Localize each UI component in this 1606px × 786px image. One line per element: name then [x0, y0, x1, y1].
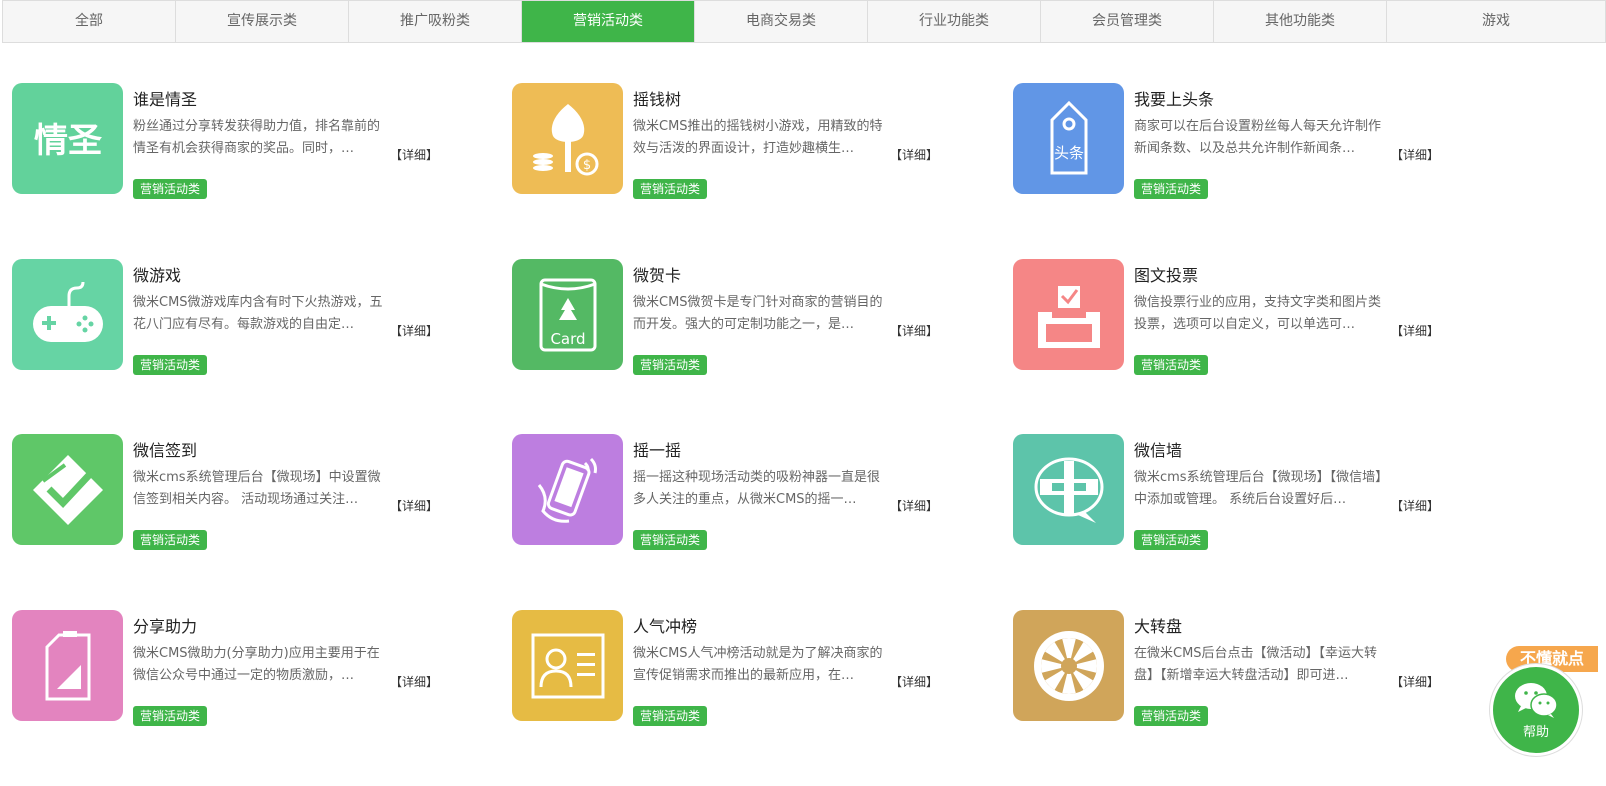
category-tag: 营销活动类 [633, 179, 708, 199]
app-card[interactable]: 摇一摇摇一摇这种现场活动类的吸粉神器一直是很多人关注的重点，从微米CMS的摇一…… [512, 434, 952, 550]
category-tag: 营销活动类 [133, 706, 208, 726]
category-tag: 营销活动类 [1134, 355, 1209, 375]
lucky-wheel-icon[interactable] [1013, 610, 1124, 721]
category-tag: 营销活动类 [1134, 530, 1209, 550]
help-label: 帮助 [1522, 724, 1549, 740]
tab-8[interactable]: 游戏 [1387, 1, 1605, 42]
details-link[interactable]: 【详细】 [890, 146, 938, 163]
app-card[interactable]: 图文投票微信投票行业的应用，支持文字类和图片类投票，选项可以自定义，可以单选可…… [1013, 259, 1453, 375]
details-link[interactable]: 【详细】 [390, 322, 438, 339]
app-card[interactable]: 微信墙微米cms系统管理后台【微现场】【微信墙】中添加或管理。 系统后台设置好后… [1013, 434, 1453, 550]
details-link[interactable]: 【详细】 [390, 146, 438, 163]
svg-text:Card: Card [550, 330, 585, 348]
svg-text:$: $ [582, 158, 590, 173]
details-link[interactable]: 【详细】 [1391, 497, 1439, 514]
shake-phone-icon[interactable] [512, 434, 623, 545]
app-card[interactable]: 大转盘在微米CMS后台点击【微活动】【幸运大转盘】【新增幸运大转盘活动】即可进…… [1013, 610, 1453, 726]
app-description: 粉丝通过分享转发获得助力值，排名靠前的情圣有机会获得商家的奖品。同时，… [133, 119, 381, 156]
tab-0[interactable]: 全部 [3, 1, 176, 42]
details-link[interactable]: 【详细】 [1391, 146, 1439, 163]
share-boost-icon[interactable] [12, 610, 123, 721]
app-description: 微米CMS微助力(分享助力)应用主要用于在微信公众号中通过一定的物质激励，… [133, 646, 380, 683]
app-description: 在微米CMS后台点击【微活动】【幸运大转盘】【新增幸运大转盘活动】即可进… [1134, 646, 1378, 683]
app-description: 微米CMS微游戏库内含有时下火热游戏，五花八门应有尽有。每款游戏的自由定… [133, 295, 383, 332]
app-card[interactable]: $ 摇钱树微米CMS推出的摇钱树小游戏，用精致的特效与活泼的界面设计，打造妙趣横生… [512, 83, 952, 199]
tab-1[interactable]: 宣传展示类 [176, 1, 349, 42]
app-title[interactable]: 微贺卡 [633, 262, 681, 286]
gamepad-icon[interactable] [12, 259, 123, 370]
category-tag: 营销活动类 [633, 706, 708, 726]
app-card[interactable]: 人气冲榜微米CMS人气冲榜活动就是为了解决商家的宣传促销需求而推出的最新应用，在… [512, 610, 952, 726]
details-link[interactable]: 【详细】 [1391, 673, 1439, 690]
details-link[interactable]: 【详细】 [890, 497, 938, 514]
app-title[interactable]: 摇一摇 [633, 437, 681, 461]
app-title[interactable]: 微游戏 [133, 262, 181, 286]
category-tag: 营销活动类 [1134, 179, 1209, 199]
app-title[interactable]: 大转盘 [1134, 613, 1182, 637]
app-card[interactable]: 头条 我要上头条商家可以在后台设置粉丝每人每天允许制作新闻条数、以及总共允许制作新… [1013, 83, 1453, 199]
app-title[interactable]: 摇钱树 [633, 86, 681, 110]
app-card[interactable]: 微信签到微米cms系统管理后台【微现场】中设置微信签到相关内容。 活动现场通过关… [12, 434, 452, 550]
app-description: 微米CMS人气冲榜活动就是为了解决商家的宣传促销需求而推出的最新应用，在… [633, 646, 883, 683]
popularity-card-icon[interactable] [512, 610, 623, 721]
qingsheng-text-icon[interactable]: 情圣 [12, 83, 123, 194]
check-in-icon[interactable] [12, 434, 123, 545]
tab-3[interactable]: 营销活动类 [522, 1, 695, 42]
category-tag: 营销活动类 [133, 530, 208, 550]
tab-4[interactable]: 电商交易类 [695, 1, 868, 42]
category-tag: 营销活动类 [1134, 706, 1209, 726]
app-card[interactable]: 分享助力微米CMS微助力(分享助力)应用主要用于在微信公众号中通过一定的物质激励… [12, 610, 452, 726]
details-link[interactable]: 【详细】 [890, 322, 938, 339]
money-tree-icon[interactable]: $ [512, 83, 623, 194]
details-link[interactable]: 【详细】 [390, 497, 438, 514]
app-description: 微米cms系统管理后台【微现场】【微信墙】中添加或管理。 系统后台设置好后… [1134, 470, 1382, 507]
details-link[interactable]: 【详细】 [890, 673, 938, 690]
details-link[interactable]: 【详细】 [390, 673, 438, 690]
tab-6[interactable]: 会员管理类 [1041, 1, 1214, 42]
category-tag: 营销活动类 [633, 530, 708, 550]
category-tabs: 全部 宣传展示类 推广吸粉类 营销活动类 电商交易类 行业功能类 会员管理类 其他功能类 游戏 [2, 0, 1606, 43]
app-description: 商家可以在后台设置粉丝每人每天允许制作新闻条数、以及总共允许制作新闻条… [1134, 119, 1382, 156]
app-title[interactable]: 分享助力 [133, 613, 197, 637]
svg-text:情圣: 情圣 [34, 121, 102, 161]
app-description: 微米cms系统管理后台【微现场】中设置微信签到相关内容。 活动现场通过关注… [133, 470, 381, 507]
app-description: 微米CMS推出的摇钱树小游戏，用精致的特效与活泼的界面设计，打造妙趣横生… [633, 119, 883, 156]
help-widget[interactable]: 不懂就点 帮助 [1490, 646, 1606, 786]
ballot-box-icon[interactable] [1013, 259, 1124, 370]
greeting-card-icon[interactable]: Card [512, 259, 623, 370]
tab-5[interactable]: 行业功能类 [868, 1, 1041, 42]
details-link[interactable]: 【详细】 [1391, 322, 1439, 339]
tab-7[interactable]: 其他功能类 [1214, 1, 1387, 42]
app-card[interactable]: 微游戏微米CMS微游戏库内含有时下火热游戏，五花八门应有尽有。每款游戏的自由定…… [12, 259, 452, 375]
category-tag: 营销活动类 [133, 355, 208, 375]
app-description: 微信投票行业的应用，支持文字类和图片类投票，选项可以自定义，可以单选可… [1134, 295, 1382, 332]
app-title[interactable]: 图文投票 [1134, 262, 1198, 286]
app-description: 摇一摇这种现场活动类的吸粉神器一直是很多人关注的重点，从微米CMS的摇一… [633, 470, 881, 507]
help-button[interactable]: 帮助 [1490, 664, 1582, 756]
category-tag: 营销活动类 [133, 179, 208, 199]
app-title[interactable]: 人气冲榜 [633, 613, 697, 637]
app-title[interactable]: 我要上头条 [1134, 86, 1214, 110]
app-description: 微米CMS微贺卡是专门针对商家的营销目的而开发。强大的可定制功能之一，是… [633, 295, 883, 332]
app-title[interactable]: 微信签到 [133, 437, 197, 461]
tab-2[interactable]: 推广吸粉类 [349, 1, 522, 42]
svg-text:头条: 头条 [1053, 144, 1083, 162]
wechat-bubbles-icon [1515, 682, 1558, 718]
category-tag: 营销活动类 [633, 355, 708, 375]
app-card[interactable]: Card 微贺卡微米CMS微贺卡是专门针对商家的营销目的而开发。强大的可定制功能之… [512, 259, 952, 375]
app-title[interactable]: 谁是情圣 [133, 86, 197, 110]
headline-tag-icon[interactable]: 头条 [1013, 83, 1124, 194]
app-card[interactable]: 情圣 谁是情圣粉丝通过分享转发获得助力值，排名靠前的情圣有机会获得商家的奖品。同时… [12, 83, 452, 199]
wechat-wall-icon[interactable] [1013, 434, 1124, 545]
app-title[interactable]: 微信墙 [1134, 437, 1182, 461]
